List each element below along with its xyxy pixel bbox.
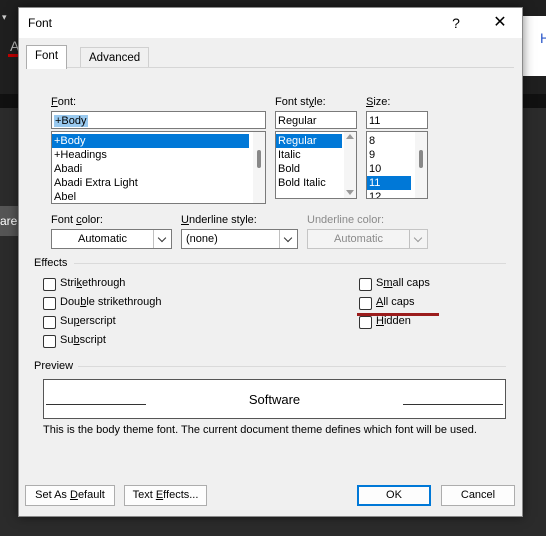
size-listbox[interactable]: 8 9 10 11 12 — [366, 131, 428, 199]
hidden-label: Hidden — [376, 315, 411, 327]
chevron-down-icon — [157, 233, 167, 243]
size-input[interactable]: 11 — [366, 111, 428, 129]
preview-baseline-right — [403, 404, 503, 405]
effects-heading: Effects — [34, 257, 68, 269]
underline-color-dropdown: Automatic — [307, 229, 428, 249]
effects-divider — [74, 263, 506, 264]
font-style-input[interactable]: Regular — [275, 111, 357, 129]
dropdown-button — [409, 230, 427, 248]
font-style-listbox[interactable]: Regular Italic Bold Bold Italic — [275, 131, 357, 199]
preview-box: Software — [43, 379, 506, 419]
checkbox-box[interactable] — [43, 278, 56, 291]
dialog-title: Font — [28, 16, 53, 30]
cancel-button[interactable]: Cancel — [441, 485, 515, 506]
scroll-up-arrow-icon[interactable] — [346, 134, 354, 139]
checkbox-box[interactable] — [43, 335, 56, 348]
underline-color-label: Underline color: — [307, 214, 385, 226]
font-listbox[interactable]: +Body +Headings Abadi Abadi Extra Light … — [51, 131, 266, 204]
close-button[interactable]: ✕ — [487, 12, 513, 34]
font-list-item[interactable]: Abadi Extra Light — [52, 176, 265, 190]
font-list-item[interactable]: +Headings — [52, 148, 265, 162]
all-caps-label: All caps — [376, 296, 415, 308]
font-style-item[interactable]: Regular — [276, 134, 342, 148]
font-color-dropdown[interactable]: Automatic — [51, 229, 172, 249]
preview-heading: Preview — [34, 360, 74, 372]
background-document-text: are — [0, 206, 18, 236]
chevron-down-icon: ▾ — [2, 12, 7, 22]
dropdown-button[interactable] — [279, 230, 297, 248]
underline-style-dropdown[interactable]: (none) — [181, 229, 298, 249]
font-style-label: Font style: — [275, 96, 326, 108]
ok-button[interactable]: OK — [357, 485, 431, 506]
dropdown-button[interactable] — [153, 230, 171, 248]
font-list-item[interactable]: Abel — [52, 190, 265, 203]
preview-description: This is the body theme font. The current… — [43, 424, 477, 436]
text-effects-button[interactable]: Text Effects... — [124, 485, 207, 506]
superscript-label: Superscript — [60, 315, 116, 327]
font-list-item[interactable]: Abadi — [52, 162, 265, 176]
scroll-down-arrow-icon[interactable] — [346, 190, 354, 195]
font-label: Font: — [51, 96, 77, 108]
font-color-value: Automatic — [78, 233, 127, 245]
background-style-glyph: H — [540, 30, 546, 46]
size-item[interactable]: 11 — [367, 176, 411, 190]
double-strikethrough-label: Double strikethrough — [60, 296, 162, 308]
small-caps-label: Small caps — [376, 277, 430, 289]
font-name-value: +Body — [54, 115, 88, 127]
chevron-down-icon — [283, 233, 293, 243]
size-label: Size: — [366, 96, 391, 108]
font-style-scrollbar[interactable] — [344, 132, 356, 198]
underline-color-value: Automatic — [334, 233, 383, 245]
checkbox-box[interactable] — [43, 297, 56, 310]
checkbox-box[interactable] — [359, 297, 372, 310]
checkbox-box[interactable] — [359, 316, 372, 329]
font-color-label: Font color: — [51, 214, 103, 226]
font-name-input[interactable]: +Body — [51, 111, 266, 129]
tab-font-label: Font — [35, 50, 59, 62]
dialog-titlebar: Font ? ✕ — [19, 8, 522, 38]
checkbox-box[interactable] — [359, 278, 372, 291]
strikethrough-label: Strikethrough — [60, 277, 126, 289]
font-dialog: Font ? ✕ Font Advanced — [18, 7, 523, 517]
checkbox-box[interactable] — [43, 316, 56, 329]
tab-advanced[interactable]: Advanced — [80, 47, 150, 69]
font-list-scrollbar[interactable] — [253, 132, 265, 203]
set-as-default-button[interactable]: Set As Default — [25, 485, 115, 506]
preview-divider — [78, 366, 506, 367]
tab-font[interactable]: Font — [26, 45, 68, 69]
font-list-item[interactable]: +Body — [52, 134, 249, 148]
size-scrollbar[interactable] — [415, 132, 427, 198]
scroll-thumb[interactable] — [257, 150, 261, 168]
scroll-thumb[interactable] — [419, 150, 423, 168]
underline-style-label: Underline style: — [181, 214, 257, 226]
chevron-down-icon — [413, 233, 423, 243]
background-style-gallery — [520, 16, 546, 76]
underline-style-value: (none) — [186, 233, 218, 245]
help-button[interactable]: ? — [445, 12, 467, 34]
subscript-label: Subscript — [60, 334, 106, 346]
tab-advanced-label: Advanced — [89, 52, 141, 64]
